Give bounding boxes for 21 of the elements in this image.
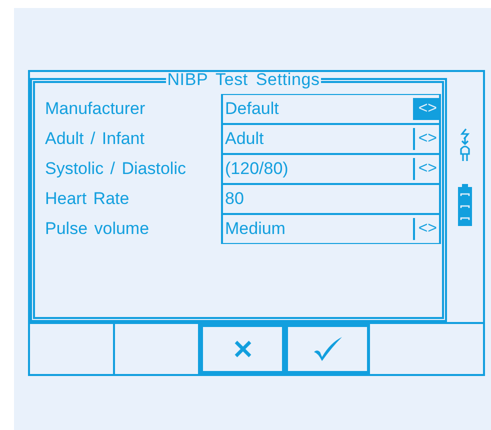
setting-label: Adult / Infant — [45, 128, 146, 150]
setting-field[interactable]: 80 — [221, 184, 441, 214]
setting-field[interactable]: Medium <> — [221, 214, 441, 244]
stepper-arrows[interactable]: <> — [413, 158, 439, 180]
stepper-arrows[interactable]: <> — [413, 218, 439, 240]
setting-field[interactable]: Adult <> — [221, 124, 441, 154]
cancel-button[interactable] — [200, 324, 285, 374]
stepper-arrows[interactable]: <> — [413, 128, 439, 150]
setting-field[interactable]: (120/80) <> — [221, 154, 441, 184]
plug-icon — [458, 128, 472, 164]
setting-label: Manufacturer — [45, 98, 146, 120]
checkmark-icon — [312, 335, 344, 363]
close-icon — [234, 340, 252, 358]
setting-label: Heart Rate — [45, 188, 130, 210]
setting-label: Systolic / Diastolic — [45, 158, 187, 180]
setting-field[interactable]: Default <> — [221, 94, 441, 124]
setting-label: Pulse volume — [45, 218, 150, 240]
confirm-button[interactable] — [285, 324, 370, 374]
stepper-arrows[interactable]: <> — [413, 98, 439, 120]
dialog-title: NIBP Test Settings — [166, 72, 321, 88]
battery-icon — [458, 184, 472, 226]
